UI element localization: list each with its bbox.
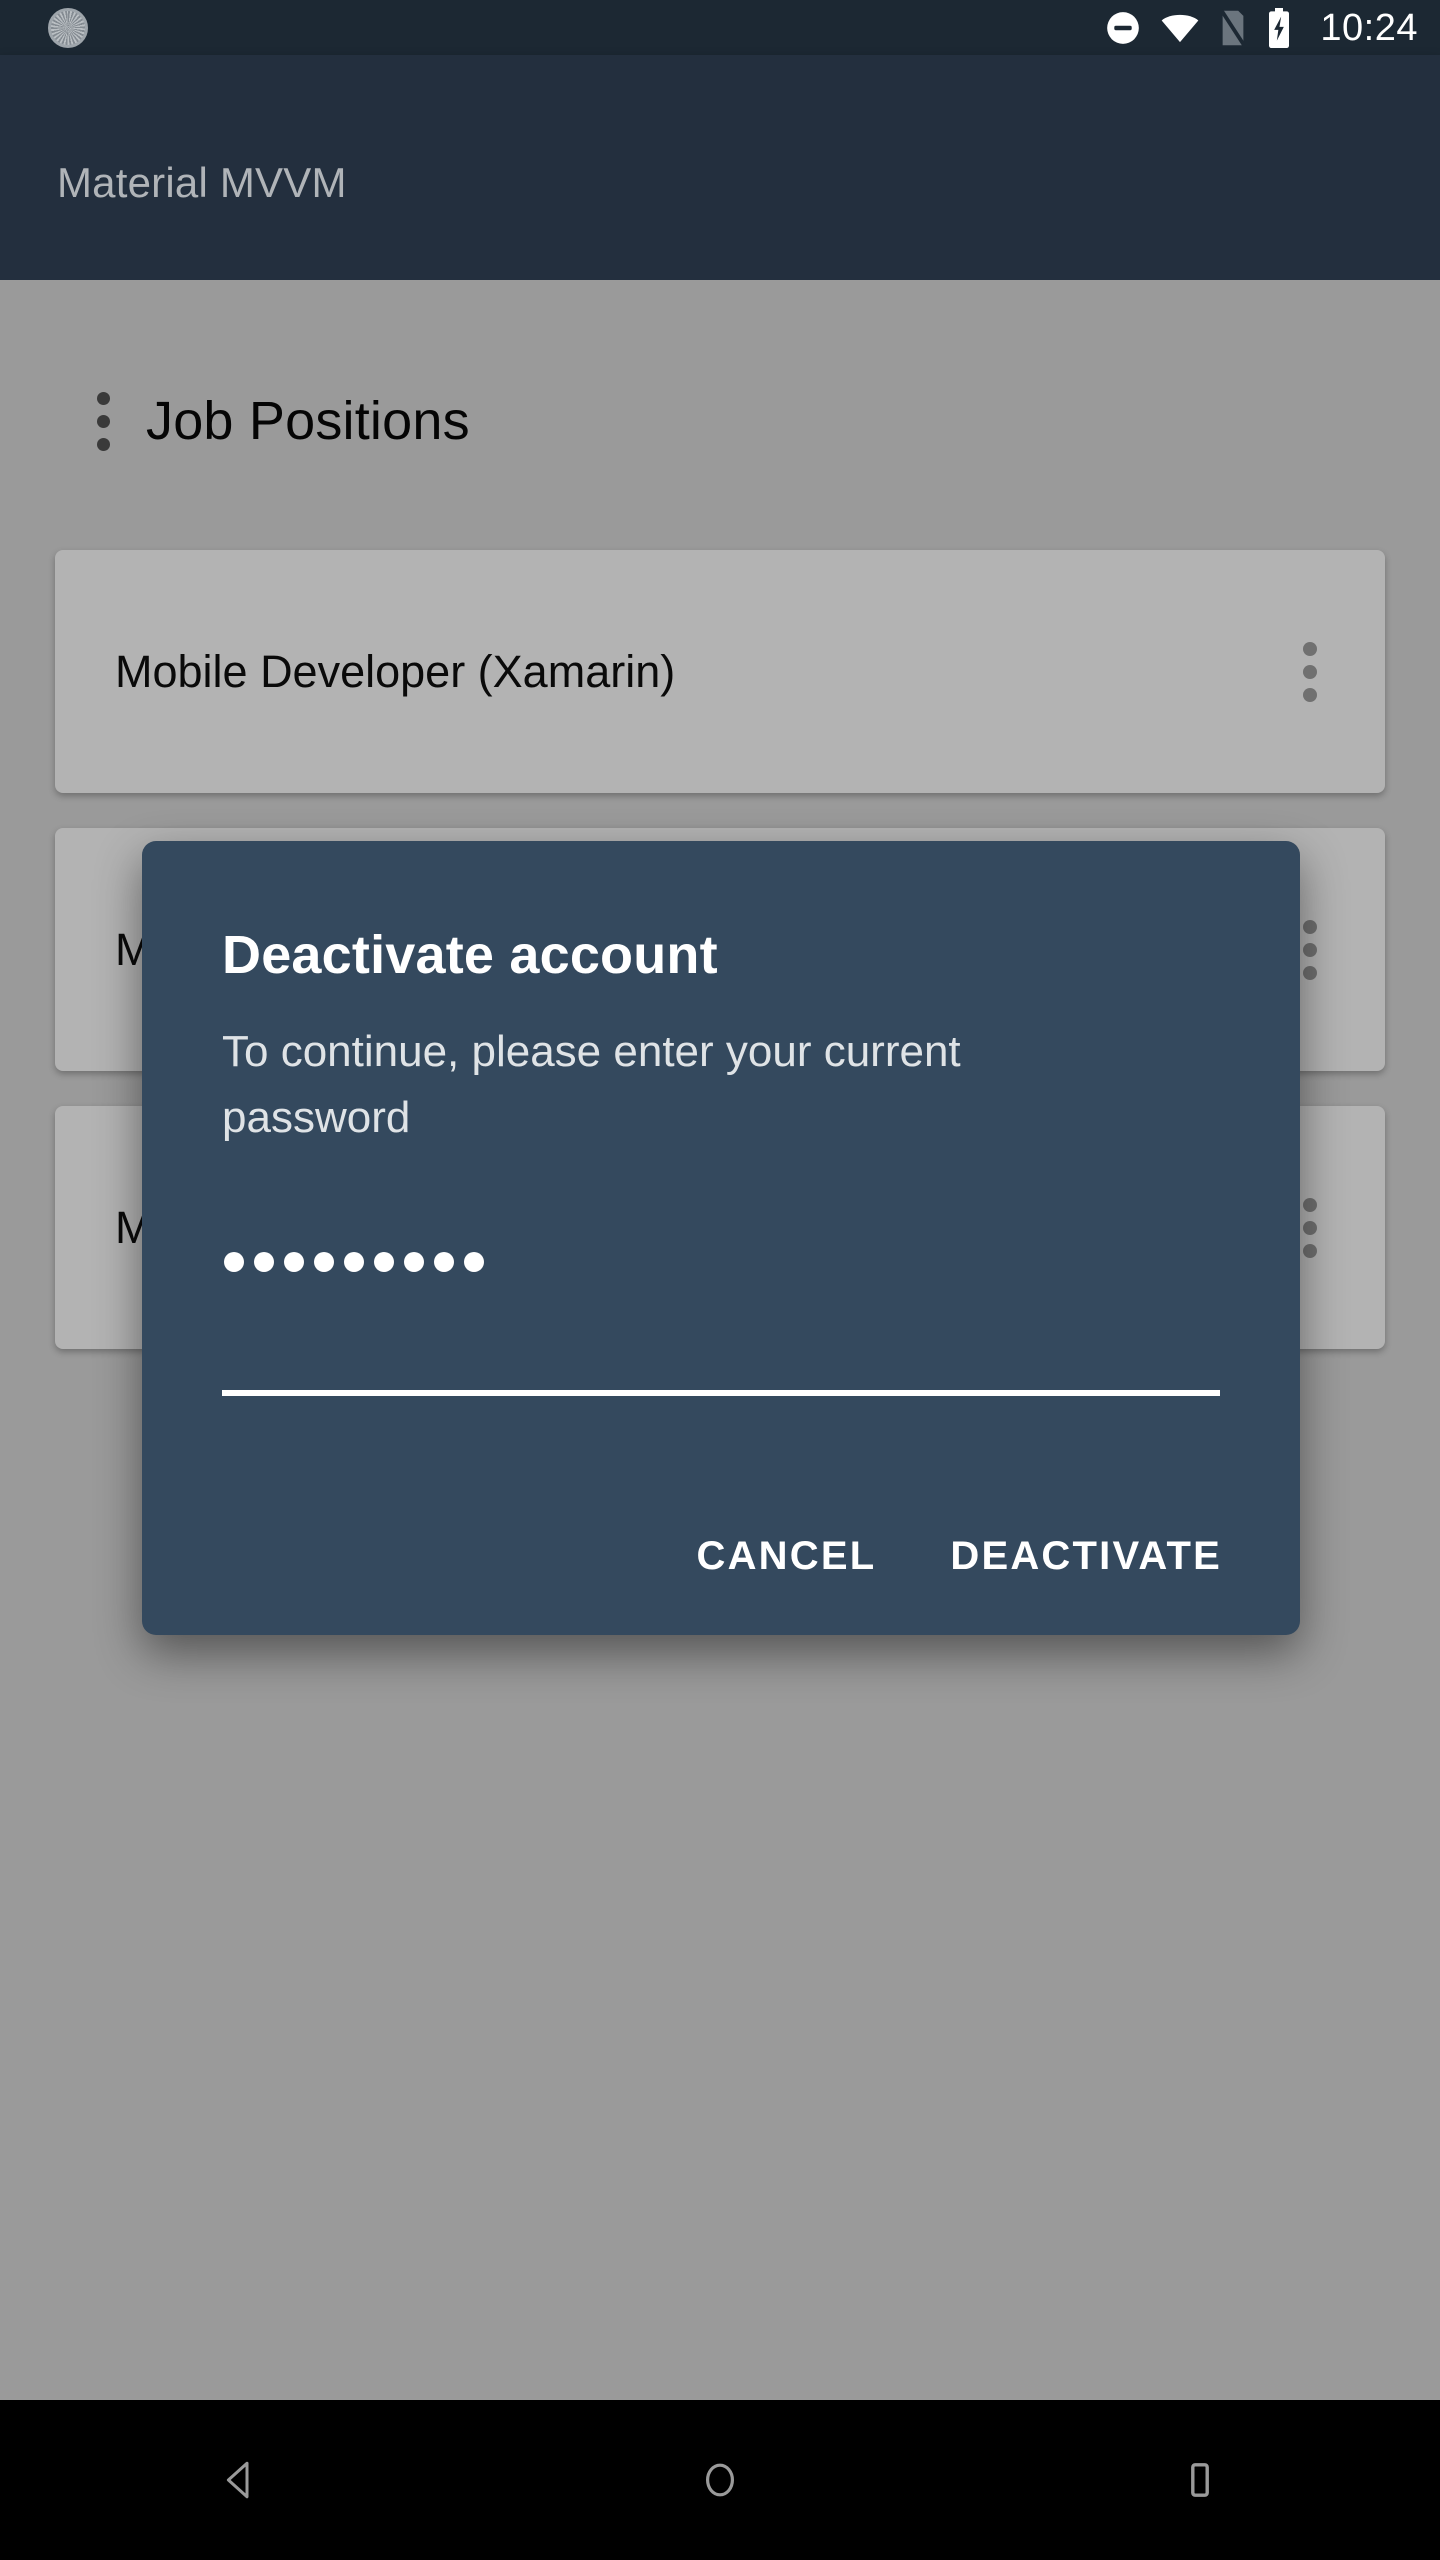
list-item[interactable]: Mobile Developer (Xamarin): [55, 550, 1385, 793]
android-navigation-bar: [0, 2400, 1440, 2560]
app-notification-icon: [48, 7, 88, 48]
dialog-title: Deactivate account: [222, 925, 718, 985]
status-bar: 10:24: [0, 0, 1440, 55]
back-triangle-icon: [226, 2461, 249, 2499]
no-sim-icon: [1220, 8, 1247, 47]
deactivate-account-dialog: Deactivate account To continue, please e…: [142, 841, 1300, 1635]
more-vert-icon[interactable]: [1303, 919, 1317, 980]
status-bar-clock: 10:24: [1320, 6, 1418, 49]
dialog-message: To continue, please enter your current p…: [222, 1027, 961, 1142]
battery-charging-icon: [1269, 7, 1290, 48]
nav-home-button[interactable]: [480, 2400, 960, 2560]
section-header: Job Positions: [0, 390, 1440, 452]
password-input[interactable]: [222, 1223, 1220, 1301]
list-item-title: Mobile Developer (Xamarin): [115, 645, 676, 697]
status-bar-notifications: [48, 7, 88, 48]
app-bar-title: Material MVVM: [57, 159, 347, 206]
wifi-icon: [1162, 14, 1199, 42]
dialog-actions: CANCEL DEACTIVATE: [682, 1518, 1236, 1595]
status-bar-system-icons: 10:24: [1104, 6, 1418, 49]
nav-recents-button[interactable]: [960, 2400, 1440, 2560]
cancel-button[interactable]: CANCEL: [682, 1518, 890, 1595]
nav-back-button[interactable]: [0, 2400, 480, 2560]
home-circle-icon: [706, 2463, 734, 2497]
more-vert-icon[interactable]: [1303, 1197, 1317, 1258]
do-not-disturb-icon: [1107, 11, 1140, 44]
recents-square-icon: [1191, 2463, 1209, 2497]
more-vert-icon[interactable]: [1303, 641, 1317, 702]
password-underline: [222, 1390, 1220, 1396]
app-bar: Material MVVM: [0, 55, 1440, 280]
password-field[interactable]: [222, 1223, 1220, 1396]
more-vert-icon[interactable]: [68, 391, 138, 451]
android-screen: 10:24 Material MVVM Job Positions Mobile…: [0, 0, 1440, 2560]
deactivate-button[interactable]: DEACTIVATE: [936, 1518, 1236, 1595]
page-title: Job Positions: [146, 391, 470, 451]
